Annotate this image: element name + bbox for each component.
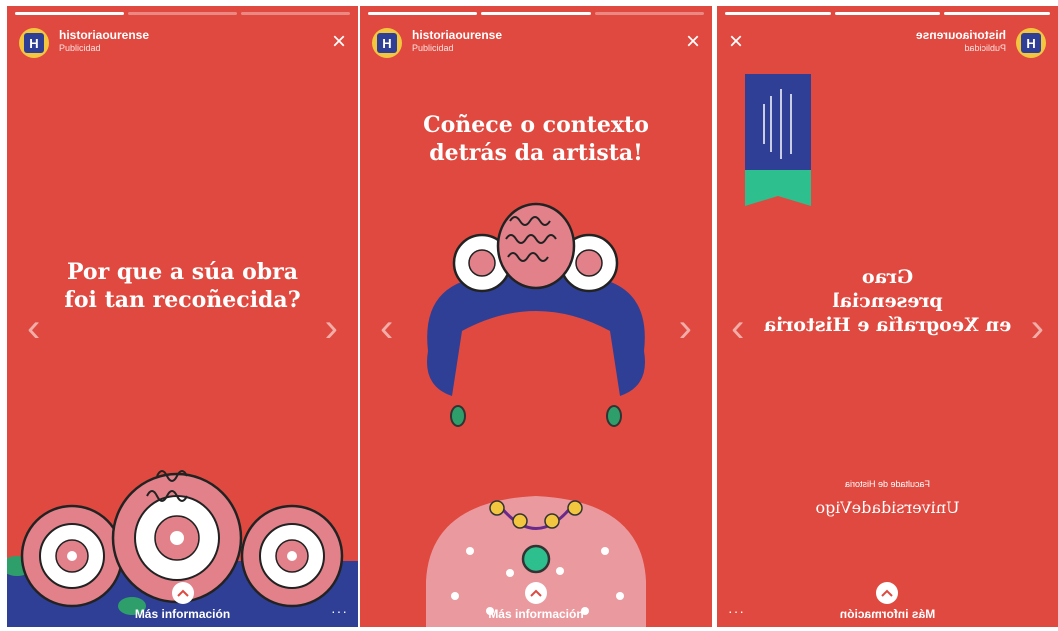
- logo-icon: H: [24, 33, 44, 53]
- progress-segment: [944, 12, 1050, 15]
- story-progress: [724, 12, 1050, 15]
- caption-line: presencial: [832, 289, 943, 312]
- sponsored-label: Publicidad: [59, 43, 101, 53]
- chevron-up-icon: [171, 582, 194, 604]
- chevron-right-icon[interactable]: ›: [731, 306, 744, 350]
- close-icon[interactable]: ×: [332, 30, 346, 54]
- caption-line: detrás da artista!: [429, 139, 643, 166]
- progress-segment: [594, 12, 704, 15]
- more-info-label: Más información: [134, 607, 231, 621]
- progress-segment: [241, 12, 350, 15]
- progress-segment: [368, 12, 478, 15]
- account-name[interactable]: historiaourense: [412, 28, 502, 42]
- story-card-1[interactable]: H historiaourense Publicidad × Por que a…: [7, 6, 358, 627]
- faculty-label: Facultade de Historia: [844, 479, 931, 489]
- university-logo: UniversidadeVigo: [815, 498, 960, 517]
- progress-segment: [128, 12, 237, 15]
- close-icon[interactable]: ×: [729, 28, 743, 55]
- more-info-button[interactable]: Más información: [7, 582, 358, 621]
- progress-segment: [724, 12, 831, 15]
- account-name[interactable]: historiaourense: [59, 28, 149, 42]
- chevron-right-icon[interactable]: ›: [325, 308, 338, 348]
- progress-segment: [15, 12, 124, 15]
- more-info-label: Más información: [839, 607, 936, 621]
- caption-line: Por que a súa obra: [66, 259, 299, 285]
- avatar[interactable]: H: [1016, 28, 1046, 58]
- avatar[interactable]: H: [19, 28, 49, 58]
- progress-segment: [481, 12, 591, 15]
- close-icon[interactable]: ×: [686, 30, 700, 54]
- avatar[interactable]: H: [372, 28, 402, 58]
- caption-line: en Xeografía e Historia: [763, 313, 1012, 336]
- university-banner-icon: [745, 74, 811, 206]
- chevron-left-icon[interactable]: ‹: [1031, 306, 1044, 350]
- more-icon[interactable]: ···: [331, 603, 348, 619]
- story-progress: [368, 12, 704, 15]
- story-header: H historiaourense Publicidad ×: [372, 26, 700, 66]
- caption-line: foi tan recoñecida?: [64, 286, 301, 313]
- caption-line: Coñece o contexto: [423, 112, 649, 138]
- caption-line: Grao: [861, 266, 914, 288]
- logo-icon: H: [1021, 33, 1041, 53]
- chevron-up-icon: [876, 582, 899, 604]
- sponsored-label: Publicidad: [412, 43, 454, 53]
- story-caption: Coñece o contexto detrás da artista!: [360, 112, 712, 167]
- account-name[interactable]: historiaourense: [916, 28, 1006, 42]
- logo-icon: H: [377, 33, 397, 53]
- story-card-2[interactable]: H historiaourense Publicidad × Coñece o …: [360, 6, 712, 627]
- more-icon[interactable]: ···: [727, 603, 744, 619]
- story-card-3[interactable]: H historiaourense Publicidad × Grao pres…: [717, 6, 1058, 627]
- more-info-button[interactable]: Más información: [717, 582, 1058, 621]
- progress-segment: [834, 12, 941, 15]
- more-info-button[interactable]: Más información: [360, 582, 712, 621]
- story-progress: [15, 12, 350, 15]
- chevron-left-icon[interactable]: ‹: [27, 308, 40, 348]
- story-header: H historiaourense Publicidad ×: [19, 26, 346, 66]
- story-caption: Grao presencial en Xeografía e Historia: [717, 266, 1058, 337]
- chevron-up-icon: [525, 582, 547, 604]
- story-header: H historiaourense Publicidad ×: [729, 26, 1046, 66]
- sponsored-label: Publicidad: [964, 43, 1006, 53]
- frida-illustration: [426, 202, 646, 627]
- story-caption: Por que a súa obra foi tan recoñecida?: [7, 259, 358, 314]
- more-info-label: Más información: [488, 607, 584, 621]
